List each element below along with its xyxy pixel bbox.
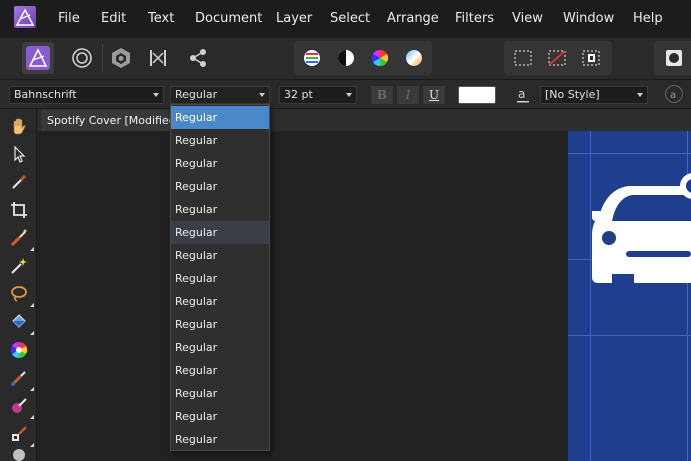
font-size-combo[interactable]: 32 pt	[279, 86, 357, 104]
select-all-icon[interactable]	[507, 42, 539, 74]
dodge-burn-tool-icon[interactable]	[8, 395, 34, 419]
font-style-dropdown-list: Regular Regular Regular Regular Regular …	[170, 104, 270, 451]
document-tab[interactable]: Spotify Cover [Modified]	[41, 110, 186, 131]
artboard[interactable]	[568, 131, 691, 461]
white-balance-icon[interactable]	[398, 42, 430, 74]
tool-flyout-indicator	[30, 415, 34, 419]
font-style-option[interactable]: Regular	[171, 198, 269, 221]
black-white-icon[interactable]	[330, 42, 362, 74]
font-style-option[interactable]: Regular	[171, 382, 269, 405]
font-style-option[interactable]: Regular	[171, 175, 269, 198]
view-tool-hand-icon[interactable]	[8, 115, 30, 137]
menu-layer[interactable]: Layer	[276, 11, 312, 26]
font-style-option[interactable]: Regular	[171, 152, 269, 175]
menu-filters[interactable]: Filters	[455, 11, 494, 26]
tool-flyout-indicator	[30, 303, 34, 307]
flood-select-tool-icon[interactable]	[8, 255, 30, 277]
levels-icon[interactable]	[296, 42, 328, 74]
crop-tool-icon[interactable]	[8, 199, 30, 221]
font-style-option[interactable]: Regular	[171, 244, 269, 267]
menu-file[interactable]: File	[58, 11, 80, 26]
font-size-value: 32 pt	[284, 88, 313, 101]
italic-button[interactable]: I	[397, 86, 419, 104]
tool-flyout-indicator	[30, 443, 34, 447]
chevron-down-icon	[637, 93, 643, 97]
font-family-value: Bahnschrift	[14, 88, 77, 101]
font-style-option[interactable]: Regular	[171, 221, 269, 244]
chevron-down-icon	[153, 93, 159, 97]
menu-bar: File Edit Text Document Layer Select Arr…	[0, 0, 691, 39]
photo-persona-icon[interactable]	[22, 42, 54, 74]
font-style-value: Regular	[175, 88, 218, 101]
menu-select[interactable]: Select	[330, 11, 370, 26]
font-style-option[interactable]: Regular	[171, 405, 269, 428]
selection-brush-tool-icon[interactable]	[8, 227, 34, 251]
paint-brush-tool-icon[interactable]	[8, 367, 34, 391]
chevron-down-icon	[259, 93, 265, 97]
tools-panel	[0, 109, 37, 461]
deselect-icon[interactable]	[541, 42, 573, 74]
svg-text:a: a	[670, 90, 676, 101]
font-style-option[interactable]: Regular	[171, 267, 269, 290]
menu-text[interactable]: Text	[148, 11, 174, 26]
freehand-selection-tool-icon[interactable]	[8, 283, 34, 307]
font-style-option[interactable]: Regular	[171, 129, 269, 152]
font-style-option[interactable]: Regular	[171, 290, 269, 313]
menu-view[interactable]: View	[512, 11, 543, 26]
font-style-option[interactable]: Regular	[171, 106, 269, 129]
bold-button[interactable]: B	[371, 86, 393, 104]
color-picker-tool-icon[interactable]	[8, 171, 30, 193]
font-style-option[interactable]: Regular	[171, 359, 269, 382]
svg-text:a: a	[518, 87, 525, 101]
paragraph-style-value: [No Style]	[545, 88, 600, 101]
liquify-persona-icon[interactable]	[66, 42, 98, 74]
font-family-combo[interactable]: Bahnschrift	[9, 86, 164, 104]
main-toolbar	[0, 38, 691, 80]
tool-flyout-indicator	[30, 331, 34, 335]
menu-document[interactable]: Document	[195, 11, 262, 26]
hsl-color-wheel-icon[interactable]	[364, 42, 396, 74]
menu-edit[interactable]: Edit	[101, 11, 126, 26]
blur-brush-tool-icon[interactable]	[8, 449, 30, 461]
develop-persona-icon[interactable]	[105, 42, 137, 74]
font-style-option[interactable]: Regular	[171, 336, 269, 359]
document-tab-bar: Spotify Cover [Modified]	[37, 109, 691, 131]
car-icon	[592, 173, 691, 283]
flood-fill-tool-icon[interactable]	[8, 311, 34, 335]
tool-flyout-indicator	[30, 247, 34, 251]
quick-mask-icon[interactable]	[658, 42, 690, 74]
text-styles-icon[interactable]: a	[665, 85, 683, 103]
context-toolbar: Bahnschrift Regular 32 pt B I U a [No St…	[0, 80, 691, 109]
text-fill-color-well[interactable]	[458, 86, 496, 104]
font-style-option[interactable]: Regular	[171, 428, 269, 451]
menu-arrange[interactable]: Arrange	[387, 11, 439, 26]
move-tool-arrow-icon[interactable]	[8, 143, 30, 165]
menu-help[interactable]: Help	[633, 11, 663, 26]
color-wheel-tool-icon[interactable]	[8, 339, 30, 361]
font-style-combo[interactable]: Regular	[170, 86, 270, 104]
toolbar-separator	[102, 44, 103, 72]
clone-brush-tool-icon[interactable]	[8, 423, 34, 447]
invert-selection-icon[interactable]	[575, 42, 607, 74]
paragraph-style-combo[interactable]: [No Style]	[540, 86, 648, 104]
font-style-option[interactable]: Regular	[171, 313, 269, 336]
menu-window[interactable]: Window	[563, 11, 614, 26]
export-persona-icon[interactable]	[182, 42, 214, 74]
tool-flyout-indicator	[30, 387, 34, 391]
character-style-icon[interactable]: a	[515, 85, 531, 105]
chevron-down-icon	[346, 93, 352, 97]
affinity-photo-logo-icon[interactable]	[14, 6, 36, 28]
tone-mapping-persona-icon[interactable]	[142, 42, 174, 74]
underline-button[interactable]: U	[423, 86, 445, 104]
